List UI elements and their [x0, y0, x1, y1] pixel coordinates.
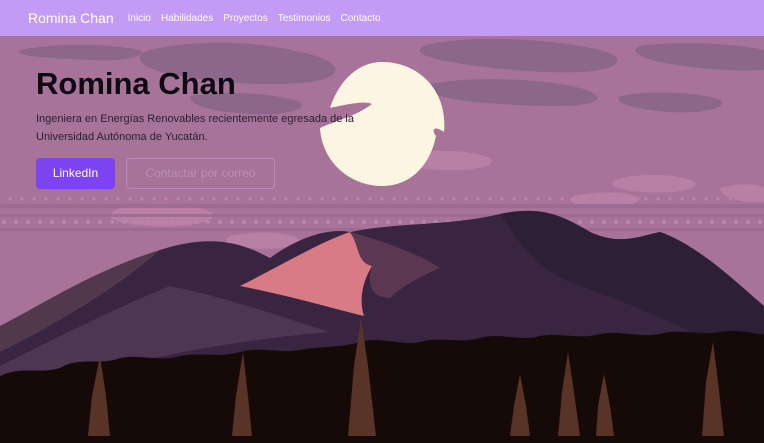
hero-title: Romina Chan: [36, 66, 236, 101]
nav-link-testimonios[interactable]: Testimonios: [278, 13, 331, 24]
linkedin-button[interactable]: LinkedIn: [36, 158, 115, 189]
nav-link-contacto[interactable]: Contacto: [341, 13, 381, 24]
navbar: Romina Chan Inicio Habilidades Proyectos…: [0, 0, 764, 36]
nav-link-habilidades[interactable]: Habilidades: [161, 13, 213, 24]
nav-link-proyectos[interactable]: Proyectos: [223, 13, 267, 24]
hero-subtitle: Ingeniera en Energías Renovables recient…: [36, 113, 354, 143]
hero-content: Romina Chan Ingeniera en Energías Renova…: [36, 66, 386, 189]
nav-link-inicio[interactable]: Inicio: [128, 13, 151, 24]
email-contact-button[interactable]: Contactar por correo: [126, 158, 275, 189]
brand-link[interactable]: Romina Chan: [28, 10, 114, 26]
hero-section: Romina Chan Ingeniera en Energías Renova…: [0, 36, 764, 443]
hero-buttons: LinkedIn Contactar por correo: [36, 158, 386, 189]
